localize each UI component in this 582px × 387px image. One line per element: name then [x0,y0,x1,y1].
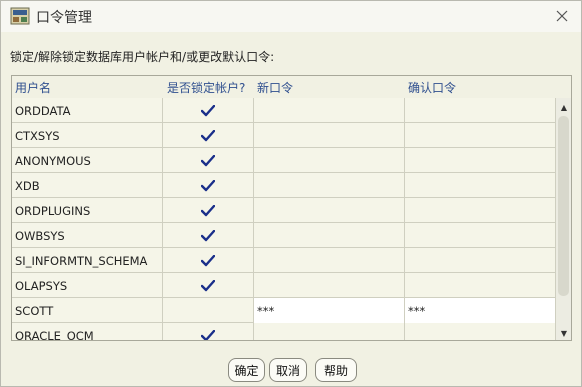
checkmark-icon [201,204,215,216]
new-password-field[interactable] [254,273,405,298]
table-row[interactable]: ORACLE_OCM [12,323,557,340]
new-password-field[interactable] [254,198,405,223]
title-bar: 口令管理 [1,1,581,32]
username-cell: ORDPLUGINS [12,198,163,223]
checkmark-icon [201,129,215,141]
header-confirm-password[interactable]: 确认口令 [408,79,456,96]
checkmark-icon [201,104,215,116]
confirm-password-field[interactable] [405,248,557,273]
confirm-password-field[interactable] [405,273,557,298]
scroll-up-arrow-icon[interactable]: ▲ [557,100,571,114]
lock-account-cell[interactable] [163,123,254,148]
confirm-password-field[interactable] [405,173,557,198]
table-header: 用户名 是否锁定帐户? 新口令 确认口令 [12,76,557,98]
header-lock-account[interactable]: 是否锁定帐户? [167,79,245,96]
vertical-scrollbar[interactable]: ▲ ▼ [555,98,571,340]
lock-account-cell[interactable] [163,98,254,123]
new-password-field[interactable] [254,323,405,340]
close-icon [556,10,568,22]
username-cell: OLAPSYS [12,273,163,298]
table-row[interactable]: OWBSYS [12,223,557,248]
checkmark-icon [201,279,215,291]
lock-account-cell[interactable] [163,173,254,198]
instruction-text: 锁定/解除锁定数据库用户帐户和/或更改默认口令: [10,50,275,64]
new-password-field[interactable] [254,98,405,123]
lock-account-cell[interactable] [163,323,254,340]
lock-account-cell[interactable] [163,273,254,298]
checkmark-icon [201,179,215,191]
username-cell: ORACLE_OCM [12,323,163,340]
database-icon [10,7,30,25]
confirm-password-field[interactable] [405,323,557,340]
window-title: 口令管理 [36,10,92,26]
table-row[interactable]: OLAPSYS [12,273,557,298]
new-password-field[interactable] [254,173,405,198]
username-cell: OWBSYS [12,223,163,248]
table-row[interactable]: CTXSYS [12,123,557,148]
confirm-password-field[interactable] [405,223,557,248]
header-username[interactable]: 用户名 [15,79,51,96]
checkmark-icon [201,254,215,266]
username-cell: ORDDATA [12,98,163,123]
scroll-down-arrow-icon[interactable]: ▼ [557,326,571,340]
table-row[interactable]: ORDDATA [12,98,557,123]
new-password-field[interactable]: *** [254,298,405,323]
checkmark-icon [201,229,215,241]
checkmark-icon [201,154,215,166]
table-row[interactable]: ORDPLUGINS [12,198,557,223]
username-cell: CTXSYS [12,123,163,148]
new-password-field[interactable] [254,248,405,273]
scrollbar-thumb[interactable] [558,116,569,296]
help-button[interactable]: 帮助 [315,358,357,382]
confirm-password-field[interactable] [405,98,557,123]
user-password-table: 用户名 是否锁定帐户? 新口令 确认口令 ORDDATA CTXSYS ANONYM… [11,75,572,341]
lock-account-cell[interactable] [163,298,254,323]
cancel-button[interactable]: 取消 [269,358,307,382]
table-row[interactable]: SCOTT *** *** [12,298,557,323]
username-cell: XDB [12,173,163,198]
new-password-field[interactable] [254,148,405,173]
table-row[interactable]: XDB [12,173,557,198]
username-cell: ANONYMOUS [12,148,163,173]
new-password-field[interactable] [254,223,405,248]
table-body: ORDDATA CTXSYS ANONYMOUS XDB ORDPLUGINS OWBSY… [12,98,557,340]
table-row[interactable]: SI_INFORMTN_SCHEMA [12,248,557,273]
username-cell: SCOTT [12,298,163,323]
confirm-password-field[interactable] [405,198,557,223]
password-management-dialog: 口令管理 锁定/解除锁定数据库用户帐户和/或更改默认口令: 用户名 是否锁定帐户… [0,0,582,387]
username-cell: SI_INFORMTN_SCHEMA [12,248,163,273]
close-button[interactable] [551,5,573,27]
new-password-field[interactable] [254,123,405,148]
lock-account-cell[interactable] [163,223,254,248]
dialog-buttons: 确定 取消 帮助 [1,358,581,382]
lock-account-cell[interactable] [163,198,254,223]
lock-account-cell[interactable] [163,148,254,173]
ok-button[interactable]: 确定 [228,358,265,382]
confirm-password-field[interactable] [405,123,557,148]
lock-account-cell[interactable] [163,248,254,273]
confirm-password-field[interactable] [405,148,557,173]
checkmark-icon [201,329,215,340]
header-new-password[interactable]: 新口令 [257,79,293,96]
table-row[interactable]: ANONYMOUS [12,148,557,173]
confirm-password-field[interactable]: *** [405,298,557,323]
